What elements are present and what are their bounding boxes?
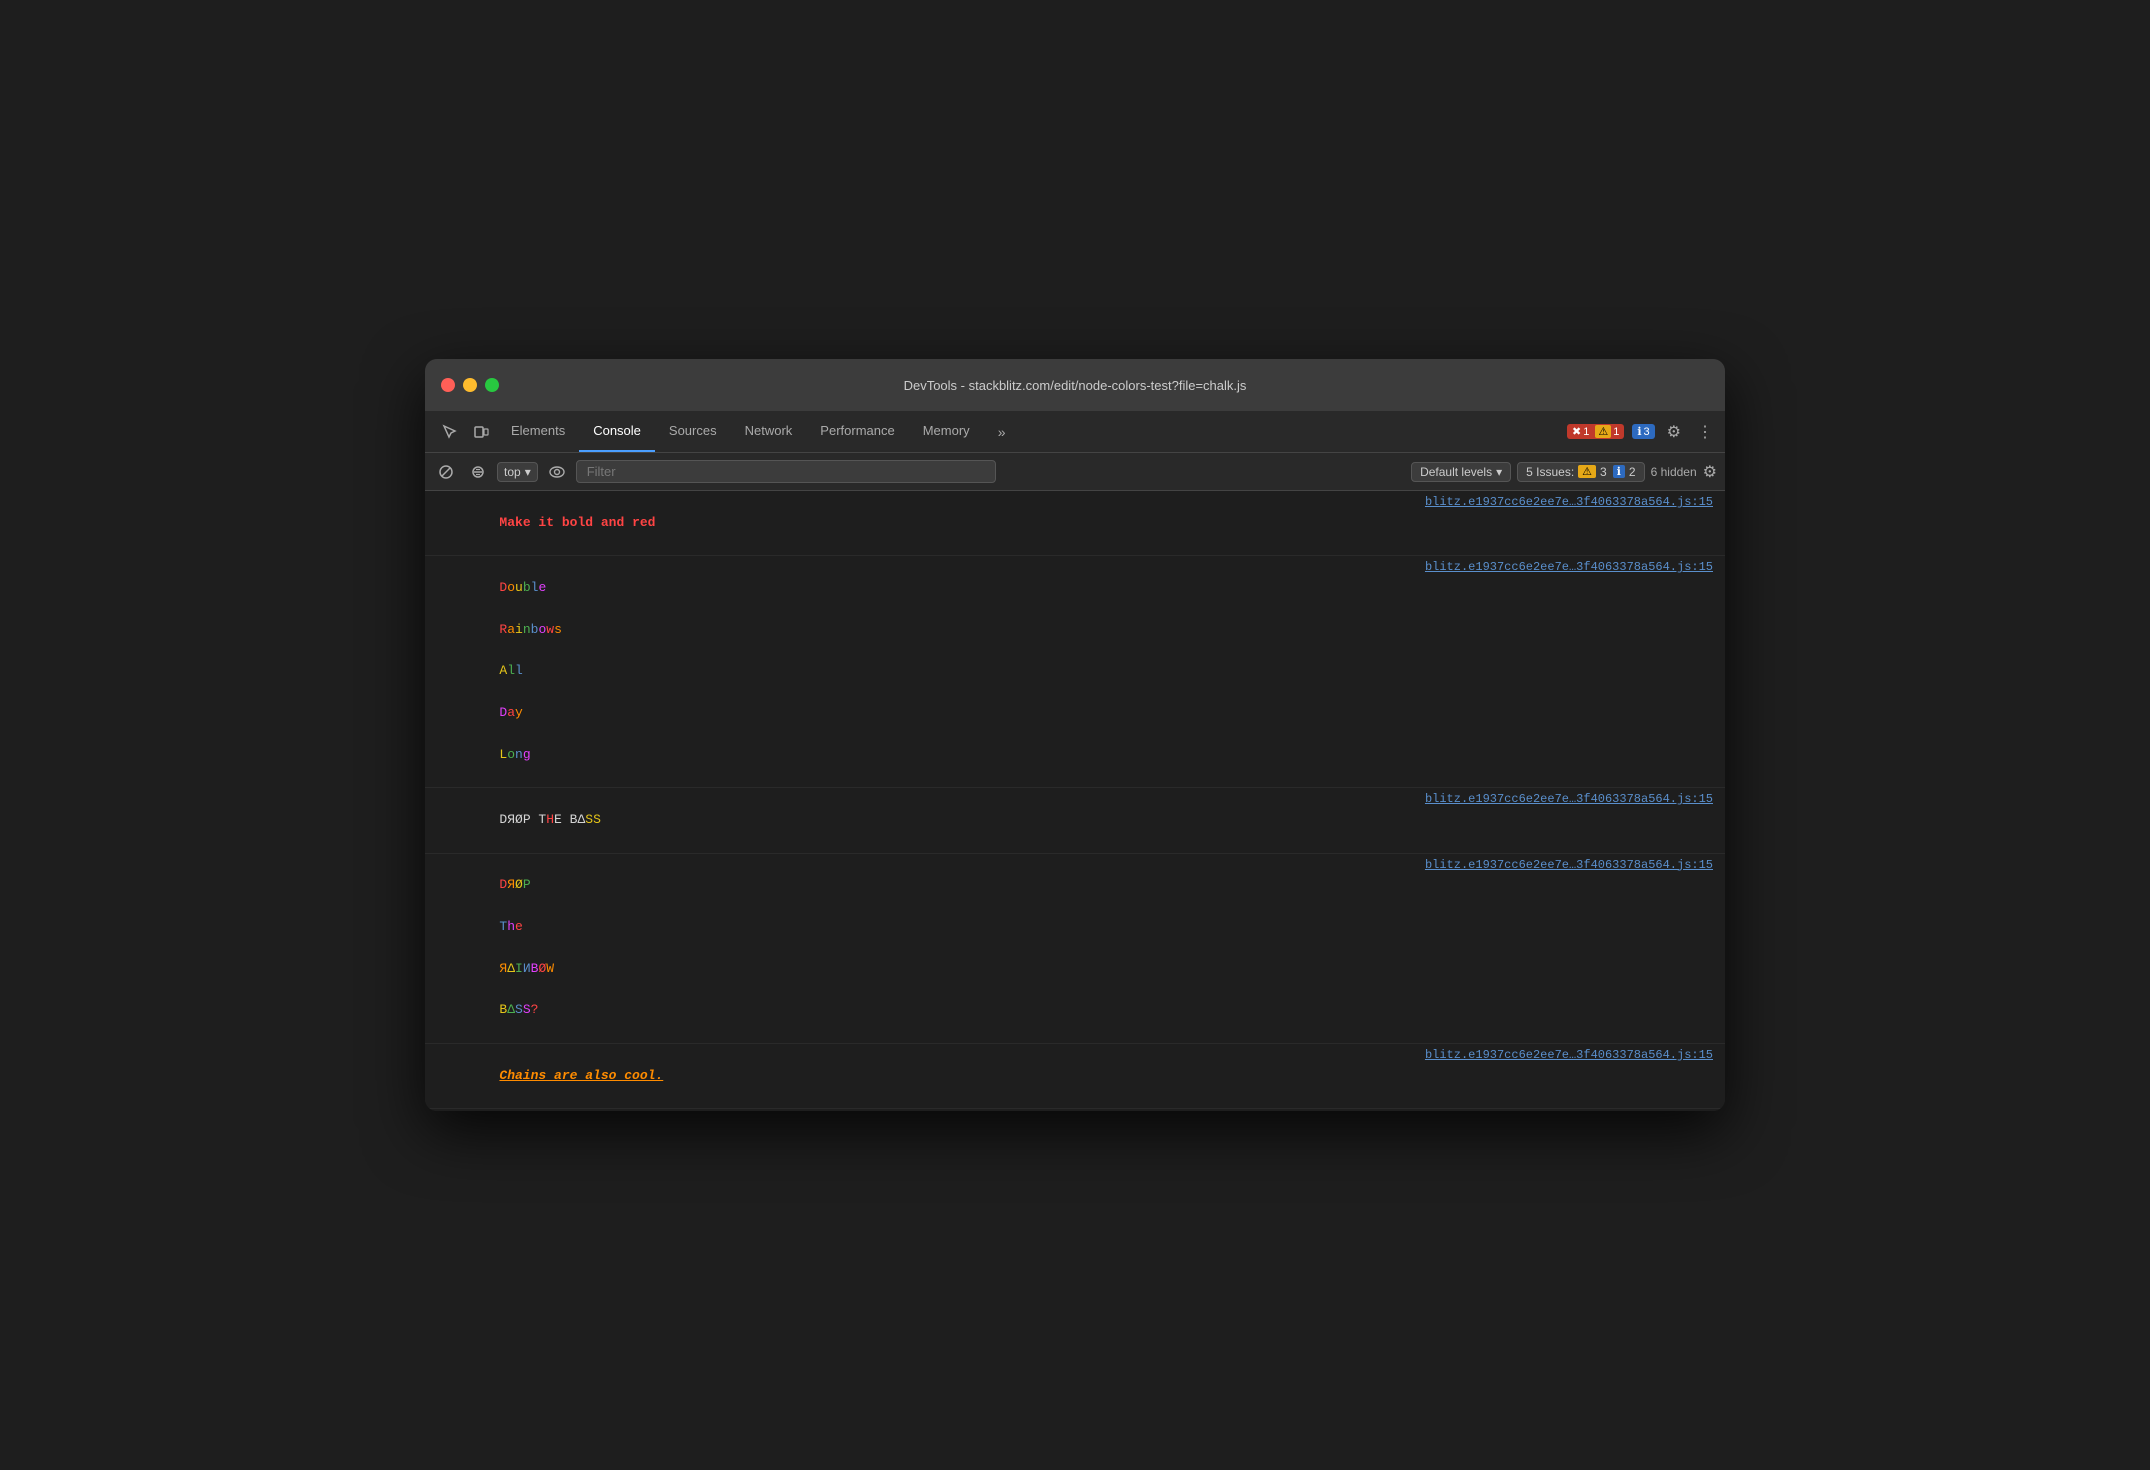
tab-memory[interactable]: Memory bbox=[909, 411, 984, 452]
log-content: DЯØP The ЯΔIИBØW BΔSS? bbox=[437, 855, 1413, 1042]
log-row: Chains are also cool. blitz.e1937cc6e2ee… bbox=[425, 1044, 1725, 1109]
default-levels-dropdown[interactable]: Default levels ▾ bbox=[1411, 462, 1511, 482]
log-row: So are inverse styles! blitz.e1937cc6e2e… bbox=[425, 1109, 1725, 1111]
tab-elements[interactable]: Elements bbox=[497, 411, 579, 452]
window-title: DevTools - stackblitz.com/edit/node-colo… bbox=[904, 378, 1247, 393]
eye-icon[interactable] bbox=[544, 459, 570, 485]
warning-count: 1 bbox=[1613, 426, 1619, 438]
log-source[interactable]: blitz.e1937cc6e2ee7e…3f4063378a564.js:15 bbox=[1425, 856, 1713, 875]
tab-sources[interactable]: Sources bbox=[655, 411, 731, 452]
log-source[interactable]: blitz.e1937cc6e2ee7e…3f4063378a564.js:15 bbox=[1425, 790, 1713, 809]
chevron-down-icon: ▾ bbox=[1496, 465, 1502, 479]
tab-bar: Elements Console Sources Network Perform… bbox=[425, 411, 1725, 453]
hidden-count: 6 hidden bbox=[1651, 465, 1697, 479]
info-icon: ℹ bbox=[1637, 425, 1641, 438]
devtools-window: DevTools - stackblitz.com/edit/node-colo… bbox=[425, 359, 1725, 1111]
log-row: Make it bold and red blitz.e1937cc6e2ee7… bbox=[425, 491, 1725, 556]
log-content: Make it bold and red bbox=[437, 492, 1413, 554]
tab-console[interactable]: Console bbox=[579, 411, 655, 452]
issues-info-icon: ℹ bbox=[1613, 465, 1625, 478]
log-content: Chains are also cool. bbox=[437, 1045, 1413, 1107]
console-toolbar: top ▾ Default levels ▾ 5 Issues: ⚠ 3 ℹ 2… bbox=[425, 453, 1725, 491]
console-output[interactable]: Make it bold and red blitz.e1937cc6e2ee7… bbox=[425, 491, 1725, 1111]
log-row: DЯØP THE BΔSS blitz.e1937cc6e2ee7e…3f406… bbox=[425, 788, 1725, 853]
traffic-lights bbox=[441, 378, 499, 392]
issues-badge[interactable]: 5 Issues: ⚠ 3 ℹ 2 bbox=[1517, 462, 1644, 482]
log-source[interactable]: blitz.e1937cc6e2ee7e…3f4063378a564.js:15 bbox=[1425, 1046, 1713, 1065]
title-bar: DevTools - stackblitz.com/edit/node-colo… bbox=[425, 359, 1725, 411]
clear-console-icon[interactable] bbox=[433, 459, 459, 485]
chevron-down-icon: ▾ bbox=[525, 465, 531, 479]
console-settings-icon[interactable]: ⚙ bbox=[1703, 462, 1717, 482]
more-options-icon[interactable]: ⋮ bbox=[1693, 418, 1717, 446]
error-count: 1 bbox=[1583, 426, 1589, 438]
log-row: DЯØP The ЯΔIИBØW BΔSS? blitz.e1937cc6e2e… bbox=[425, 854, 1725, 1044]
context-selector[interactable]: top ▾ bbox=[497, 462, 538, 482]
log-source[interactable]: blitz.e1937cc6e2ee7e…3f4063378a564.js:15 bbox=[1425, 558, 1713, 577]
device-toolbar-icon[interactable] bbox=[465, 416, 497, 448]
error-icon: ✖ bbox=[1572, 425, 1581, 438]
tab-performance[interactable]: Performance bbox=[806, 411, 908, 452]
settings-icon[interactable]: ⚙ bbox=[1663, 418, 1685, 446]
tab-bar-right: ✖ 1 ⚠ 1 ℹ 3 ⚙ ⋮ bbox=[1567, 418, 1717, 446]
log-source[interactable]: blitz.e1937cc6e2ee7e…3f4063378a564.js:15 bbox=[1425, 493, 1713, 512]
minimize-button[interactable] bbox=[463, 378, 477, 392]
log-content: So are inverse styles! bbox=[437, 1110, 1413, 1111]
info-count: 3 bbox=[1644, 426, 1650, 438]
close-button[interactable] bbox=[441, 378, 455, 392]
more-tabs-icon[interactable]: » bbox=[986, 416, 1018, 448]
log-row: Double Rainbows All Day Long blitz.e1937… bbox=[425, 556, 1725, 788]
inspect-element-icon[interactable] bbox=[433, 416, 465, 448]
tab-network[interactable]: Network bbox=[731, 411, 807, 452]
log-content: DЯØP THE BΔSS bbox=[437, 789, 1413, 851]
warning-icon: ⚠ bbox=[1595, 425, 1611, 438]
log-content: Double Rainbows All Day Long bbox=[437, 557, 1413, 786]
issues-warning-icon: ⚠ bbox=[1578, 465, 1596, 478]
info-badge: ℹ 3 bbox=[1632, 424, 1654, 439]
maximize-button[interactable] bbox=[485, 378, 499, 392]
error-badge: ✖ 1 ⚠ 1 bbox=[1567, 424, 1624, 439]
filter-input[interactable] bbox=[576, 460, 996, 483]
filter-icon[interactable] bbox=[465, 459, 491, 485]
